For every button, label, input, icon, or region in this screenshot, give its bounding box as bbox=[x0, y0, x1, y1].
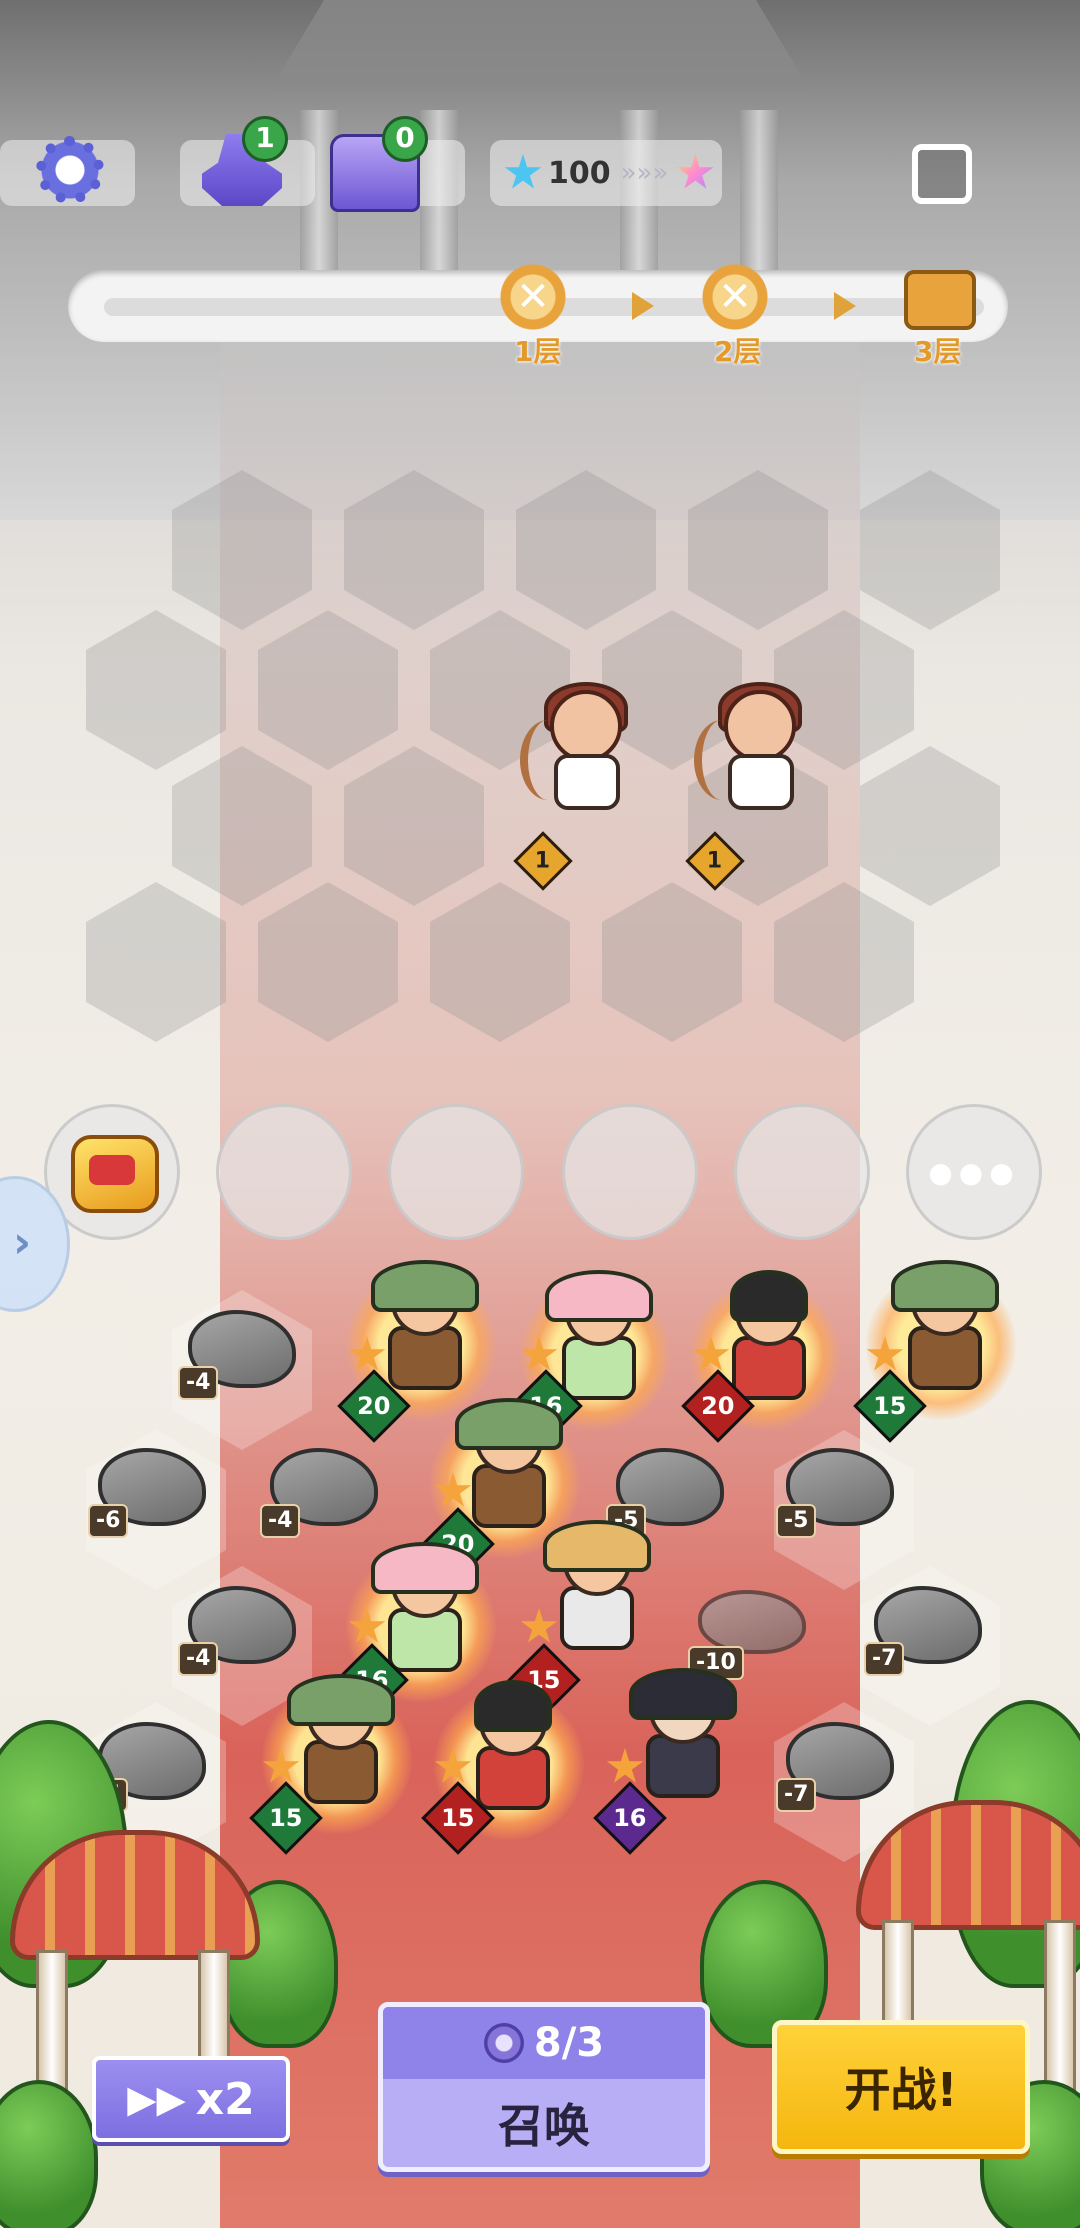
settings-button[interactable] bbox=[0, 134, 135, 206]
enemy-archer[interactable] bbox=[520, 682, 640, 820]
bench-slot[interactable] bbox=[388, 1104, 524, 1240]
enemy-archer[interactable] bbox=[694, 682, 814, 820]
rubble-obstacle[interactable]: -10 bbox=[688, 1590, 806, 1680]
rock-value: -6 bbox=[88, 1504, 129, 1538]
rock-value: -4 bbox=[260, 1504, 301, 1538]
enemy-level: 1 bbox=[707, 848, 723, 874]
board-cell[interactable] bbox=[86, 882, 226, 1042]
stage-node-3 bbox=[904, 262, 976, 332]
bow-icon bbox=[694, 720, 750, 800]
chevron-right-icon: › bbox=[13, 1217, 32, 1268]
bench-slot[interactable] bbox=[562, 1104, 698, 1240]
rock-value: -7 bbox=[776, 1778, 817, 1812]
rock-obstacle[interactable]: -7 bbox=[776, 1722, 894, 1812]
rock-value: -4 bbox=[178, 1366, 219, 1400]
chest-button[interactable]: 0 bbox=[330, 116, 465, 212]
bench-slot[interactable] bbox=[216, 1104, 352, 1240]
blue-star-icon bbox=[504, 154, 542, 189]
stage-label-2: 2层 bbox=[714, 335, 762, 368]
unit-power: 16 bbox=[613, 1804, 647, 1832]
unit-power: 20 bbox=[357, 1392, 391, 1420]
crossed-swords-icon: ✕ bbox=[700, 262, 770, 332]
star-count: 100 bbox=[548, 155, 611, 191]
unit-power: 15 bbox=[873, 1392, 907, 1420]
altar-count-badge: 1 bbox=[242, 116, 288, 162]
progress-arrow-icon bbox=[834, 292, 856, 320]
rock-value: -5 bbox=[776, 1504, 817, 1538]
speed-toggle-button[interactable]: ▶▶ x2 bbox=[92, 2056, 290, 2142]
chest-count-badge: 0 bbox=[382, 116, 428, 162]
summon-label: 召唤 bbox=[498, 2099, 590, 2153]
speed-label: x2 bbox=[195, 2073, 255, 2125]
unit-power: 20 bbox=[701, 1392, 735, 1420]
enemy-level: 1 bbox=[535, 848, 551, 874]
rock-value: -7 bbox=[864, 1642, 905, 1676]
fast-forward-icon: ▶▶ bbox=[127, 2077, 186, 2121]
treasure-chest-icon bbox=[904, 270, 976, 330]
rock-obstacle[interactable]: -4 bbox=[178, 1586, 296, 1676]
golden-crown-icon bbox=[71, 1135, 159, 1213]
gear-icon bbox=[34, 134, 106, 206]
more-dots-icon: ●●● bbox=[928, 1155, 1020, 1189]
start-battle-button[interactable]: 开战! bbox=[772, 2020, 1030, 2154]
stage-label-3: 3层 bbox=[914, 335, 962, 368]
summon-cost: 8/3 bbox=[383, 2007, 705, 2079]
rainbow-star-icon bbox=[677, 154, 714, 189]
start-battle-label: 开战! bbox=[844, 2063, 958, 2117]
share-icon[interactable] bbox=[912, 144, 972, 204]
rock-obstacle[interactable]: -5 bbox=[776, 1448, 894, 1538]
board-cell[interactable] bbox=[860, 746, 1000, 906]
stage-node-1: ✕ bbox=[498, 262, 568, 332]
rock-value: -4 bbox=[178, 1642, 219, 1676]
rock-obstacle[interactable]: -6 bbox=[88, 1448, 206, 1538]
unit-power: 15 bbox=[269, 1804, 303, 1832]
board-cell[interactable] bbox=[86, 610, 226, 770]
stage-label-1: 1层 bbox=[514, 335, 562, 368]
rock-obstacle[interactable]: -4 bbox=[178, 1310, 296, 1400]
stage-node-2: ✕ bbox=[700, 262, 770, 332]
unit-power: 15 bbox=[441, 1804, 475, 1832]
game-screen: 1 0 100 »»» ✕ 1层 ✕ 2层 3层 1 1 ●●● › -4 -6… bbox=[0, 0, 1080, 2228]
summon-button[interactable]: 8/3 召唤 bbox=[378, 2002, 710, 2172]
rock-obstacle[interactable]: -4 bbox=[260, 1448, 378, 1538]
star-exchange[interactable]: 100 »»» bbox=[490, 140, 722, 206]
rock-obstacle[interactable]: -7 bbox=[864, 1586, 982, 1676]
more-button[interactable]: ●●● bbox=[906, 1104, 1042, 1240]
bow-icon bbox=[520, 720, 576, 800]
crossed-swords-icon: ✕ bbox=[498, 262, 568, 332]
exchange-arrows: »»» bbox=[620, 158, 669, 188]
summon-orb-icon bbox=[483, 2023, 524, 2063]
altar-button[interactable]: 1 bbox=[180, 116, 315, 206]
rock-obstacle[interactable]: -5 bbox=[606, 1448, 724, 1538]
bench-slot[interactable] bbox=[734, 1104, 870, 1240]
temple-roof bbox=[270, 0, 810, 90]
progress-arrow-icon bbox=[632, 292, 654, 320]
summon-cost-value: 8/3 bbox=[533, 2020, 605, 2066]
